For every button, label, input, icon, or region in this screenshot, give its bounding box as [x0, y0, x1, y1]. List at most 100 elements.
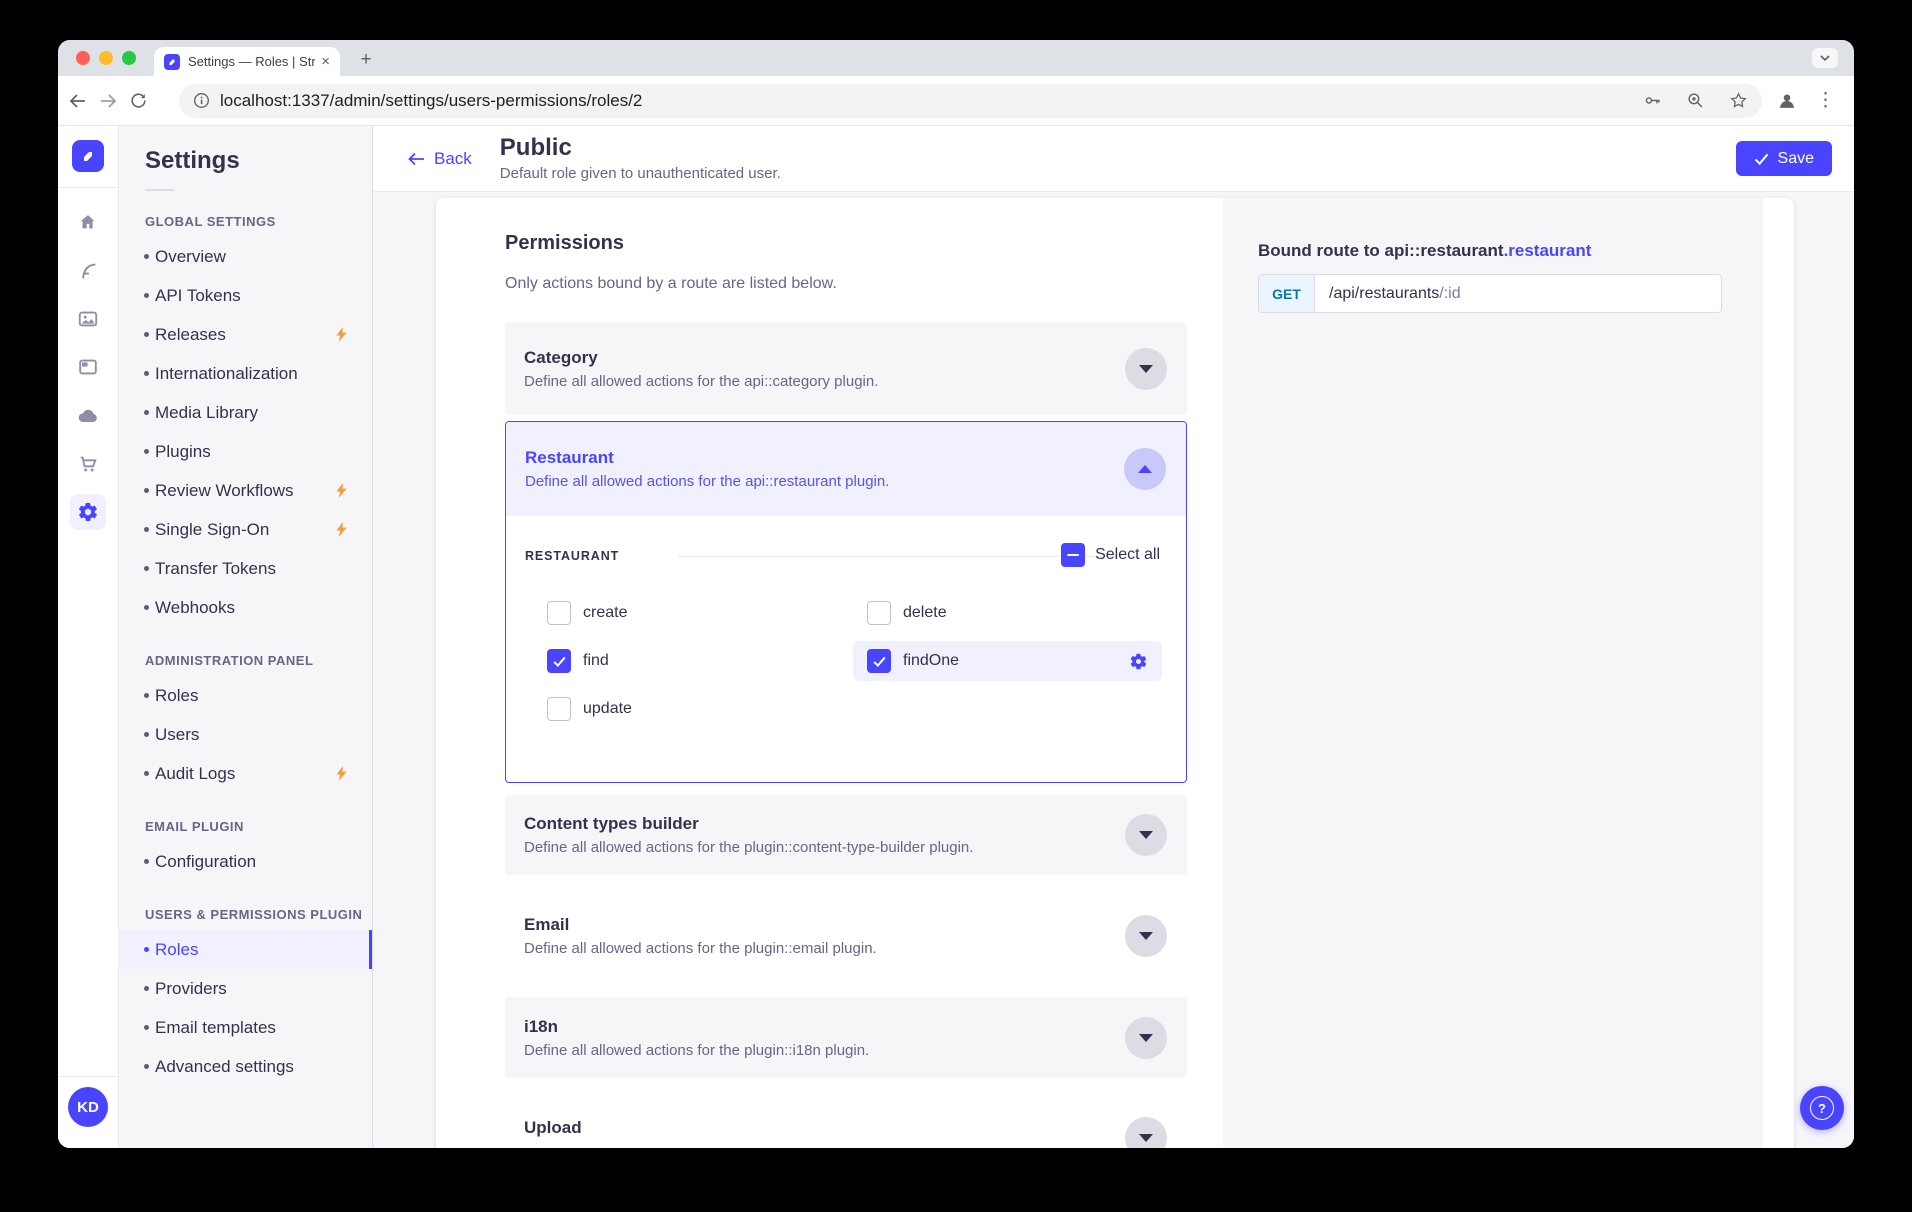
strapi-logo[interactable] — [72, 140, 104, 172]
lightning-bolt-icon — [336, 766, 348, 781]
site-info-icon[interactable] — [193, 92, 210, 109]
delete-checkbox[interactable] — [867, 601, 891, 625]
action-find: find — [547, 649, 609, 673]
lightning-bolt-icon — [336, 327, 348, 342]
sidebar-item-label: Roles — [155, 940, 198, 960]
forward-nav-icon[interactable] — [93, 86, 123, 116]
bookmark-star-icon[interactable] — [1729, 91, 1748, 110]
sidebar-item-audit-logs[interactable]: Audit Logs — [119, 754, 372, 793]
accordion-i18n[interactable]: i18n Define all allowed actions for the … — [505, 997, 1187, 1078]
chevron-down-icon[interactable] — [1125, 814, 1167, 856]
sidebar-item-email-templates[interactable]: Email templates — [119, 1008, 372, 1047]
traffic-minimize-button[interactable] — [99, 51, 113, 65]
back-link[interactable]: Back — [407, 149, 472, 169]
sidebar-item-media-library[interactable]: Media Library — [119, 393, 372, 432]
sidebar-item-transfer-tokens[interactable]: Transfer Tokens — [119, 549, 372, 588]
advanced-settings-gear-icon[interactable] — [1129, 652, 1148, 671]
accordion-texts: Upload — [524, 1118, 582, 1148]
cloud-deploy-icon[interactable] — [70, 398, 106, 434]
content-manager-feather-icon[interactable] — [70, 253, 106, 289]
url-bar[interactable]: localhost:1337/admin/settings/users-perm… — [179, 84, 1762, 118]
bullet-icon — [144, 986, 149, 991]
traffic-close-button[interactable] — [76, 51, 90, 65]
sidebar-item-webhooks[interactable]: Webhooks — [119, 588, 372, 627]
update-checkbox[interactable] — [547, 697, 571, 721]
http-method-badge: GET — [1259, 275, 1315, 312]
accordion-texts: Email Define all allowed actions for the… — [524, 915, 877, 957]
settings-gear-icon[interactable] — [70, 494, 106, 530]
chevron-up-icon[interactable] — [1124, 448, 1166, 490]
help-button[interactable]: ? — [1800, 1086, 1844, 1130]
accordion-restaurant-expanded: Restaurant Define all allowed actions fo… — [505, 421, 1187, 783]
media-library-icon[interactable] — [70, 301, 106, 337]
accordion-upload[interactable]: Upload — [505, 1098, 1187, 1148]
sidebar-item-label: Audit Logs — [155, 764, 235, 784]
accordion-desc — [524, 1143, 582, 1148]
findone-checkbox[interactable] — [867, 649, 891, 673]
profile-avatar-icon[interactable] — [1772, 86, 1802, 116]
chevron-down-icon[interactable] — [1125, 915, 1167, 957]
sidebar-item-users[interactable]: Users — [119, 715, 372, 754]
back-arrow-icon — [407, 152, 425, 166]
sidebar-item-internationalization[interactable]: Internationalization — [119, 354, 372, 393]
sidebar-item-label: Roles — [155, 686, 198, 706]
chevron-down-icon[interactable] — [1125, 1117, 1167, 1148]
action-delete: delete — [867, 601, 947, 625]
sidebar-item-admin-roles[interactable]: Roles — [119, 676, 372, 715]
sidebar-item-overview[interactable]: Overview — [119, 237, 372, 276]
main-nav-rail: KD — [58, 126, 119, 1148]
accordion-title: Email — [524, 915, 877, 935]
tab-search-chevron-icon[interactable] — [1812, 48, 1838, 68]
accordion-texts: Content types builder Define all allowed… — [524, 814, 973, 856]
sidebar-item-review-workflows[interactable]: Review Workflows — [119, 471, 372, 510]
user-avatar[interactable]: KD — [68, 1087, 108, 1127]
bullet-icon — [144, 859, 149, 864]
subnav-list: GLOBAL SETTINGS Overview API Tokens Rele… — [119, 206, 372, 1086]
home-icon[interactable] — [70, 204, 106, 240]
accordion-content-types-builder[interactable]: Content types builder Define all allowed… — [505, 795, 1187, 875]
sidebar-item-advanced-settings[interactable]: Advanced settings — [119, 1047, 372, 1086]
browser-window: Settings — Roles | Strapi × + — [58, 40, 1854, 1148]
zoom-icon[interactable] — [1686, 91, 1705, 110]
route-path-main: /api/restaurants — [1329, 285, 1439, 303]
action-update: update — [547, 697, 632, 721]
traffic-zoom-button[interactable] — [122, 51, 136, 65]
accordion-restaurant-header[interactable]: Restaurant Define all allowed actions fo… — [506, 422, 1186, 516]
create-checkbox[interactable] — [547, 601, 571, 625]
sidebar-item-label: Transfer Tokens — [155, 559, 276, 579]
chevron-down-icon[interactable] — [1125, 348, 1167, 390]
accordion-category[interactable]: Category Define all allowed actions for … — [505, 322, 1187, 415]
reload-icon[interactable] — [123, 86, 153, 116]
select-all-checkbox[interactable] — [1061, 543, 1085, 567]
sidebar-item-up-roles[interactable]: Roles — [119, 930, 372, 969]
tab-close-icon[interactable]: × — [321, 54, 330, 69]
permissions-title: Permissions — [505, 232, 624, 255]
password-key-icon[interactable] — [1643, 91, 1662, 110]
accordion-email[interactable]: Email Define all allowed actions for the… — [505, 896, 1187, 976]
sidebar-item-single-sign-on[interactable]: Single Sign-On — [119, 510, 372, 549]
bullet-icon — [144, 605, 149, 610]
bound-route-heading-accent: .restaurant — [1504, 241, 1592, 260]
sidebar-item-label: Single Sign-On — [155, 520, 269, 540]
checkbox-label: delete — [903, 604, 947, 622]
chevron-down-icon[interactable] — [1125, 1017, 1167, 1059]
url-text[interactable]: localhost:1337/admin/settings/users-perm… — [220, 91, 1619, 111]
content-type-builder-icon[interactable] — [70, 349, 106, 385]
content-area: Permissions Only actions bound by a rout… — [373, 192, 1854, 1148]
accordion-title: Content types builder — [524, 814, 973, 834]
bullet-icon — [144, 693, 149, 698]
sidebar-item-providers[interactable]: Providers — [119, 969, 372, 1008]
marketplace-cart-icon[interactable] — [70, 446, 106, 482]
sidebar-item-configuration[interactable]: Configuration — [119, 842, 372, 881]
find-checkbox[interactable] — [547, 649, 571, 673]
browser-tab[interactable]: Settings — Roles | Strapi × — [154, 47, 340, 76]
sidebar-item-api-tokens[interactable]: API Tokens — [119, 276, 372, 315]
accordion-title: i18n — [524, 1017, 869, 1037]
back-nav-icon[interactable] — [63, 86, 93, 116]
sidebar-item-plugins[interactable]: Plugins — [119, 432, 372, 471]
bullet-icon — [144, 527, 149, 532]
save-button[interactable]: Save — [1736, 141, 1832, 176]
browser-menu-icon[interactable]: ⋮ — [1816, 89, 1836, 112]
new-tab-button[interactable]: + — [354, 48, 378, 72]
sidebar-item-releases[interactable]: Releases — [119, 315, 372, 354]
